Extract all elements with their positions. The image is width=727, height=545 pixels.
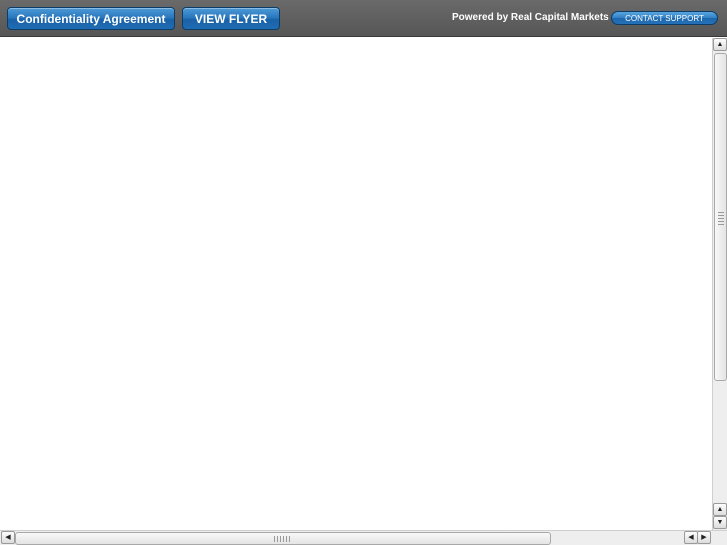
horizontal-scroll-thumb[interactable] [15, 532, 551, 545]
up-arrow-icon: ▲ [716, 506, 724, 513]
vertical-scrollbar[interactable]: ▲ ▲ ▼ [712, 38, 727, 530]
view-flyer-label: VIEW FLYER [194, 11, 268, 26]
document-viewer-area[interactable] [0, 38, 712, 530]
scroll-left-button-right[interactable]: ◀ [684, 531, 698, 544]
grip-icon [718, 212, 724, 226]
left-arrow-icon: ◀ [688, 534, 694, 541]
scroll-up-button-lower[interactable]: ▲ [713, 503, 727, 516]
up-arrow-icon: ▲ [716, 41, 724, 48]
vertical-scroll-thumb[interactable] [714, 53, 727, 381]
powered-by-text: Powered by Real Capital Markets [452, 12, 609, 23]
scroll-down-button[interactable]: ▼ [713, 516, 727, 529]
right-arrow-icon: ▶ [701, 534, 707, 541]
horizontal-scrollbar[interactable]: ◀ ◀ ▶ [0, 530, 727, 545]
confidentiality-agreement-button[interactable]: Confidentiality Agreement [7, 7, 175, 30]
scroll-left-button[interactable]: ◀ [1, 531, 15, 544]
scroll-up-button[interactable]: ▲ [713, 38, 727, 51]
contact-support-label: CONTACT SUPPORT [625, 13, 704, 23]
top-toolbar: Confidentiality Agreement VIEW FLYER Pow… [0, 0, 727, 37]
grip-icon [274, 536, 290, 542]
view-flyer-button[interactable]: VIEW FLYER [182, 7, 280, 30]
left-arrow-icon: ◀ [5, 534, 11, 541]
contact-support-button[interactable]: CONTACT SUPPORT [611, 11, 718, 25]
scroll-right-button[interactable]: ▶ [697, 531, 711, 544]
down-arrow-icon: ▼ [716, 519, 724, 526]
confidentiality-agreement-label: Confidentiality Agreement [16, 11, 166, 26]
